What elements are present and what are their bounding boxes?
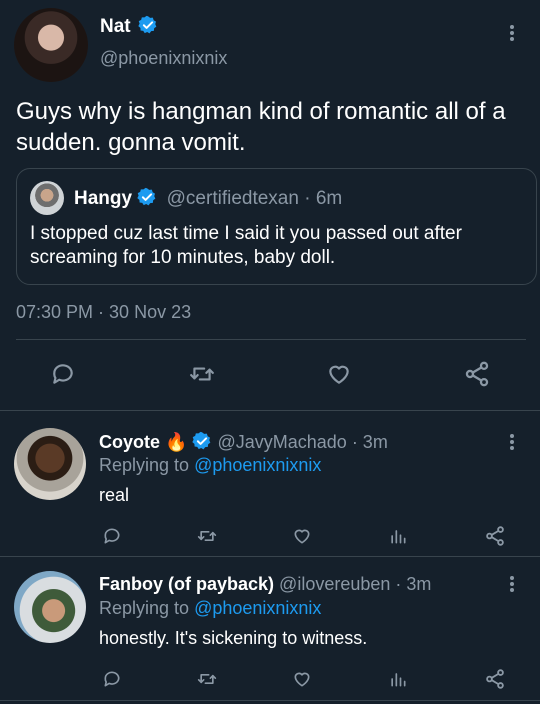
reply-button[interactable] xyxy=(100,524,124,548)
divider xyxy=(0,700,540,701)
reply-1-header: Coyote 🔥 @JavyMachado · 3m xyxy=(99,432,388,453)
reply-2-display-name[interactable]: Fanboy (of payback) xyxy=(99,574,274,594)
reply-1-replying-to: Replying to @phoenixnixnix xyxy=(99,455,321,476)
more-options-icon[interactable] xyxy=(509,23,515,43)
reply-icon xyxy=(104,671,120,687)
divider xyxy=(16,339,526,340)
fire-emoji-icon: 🔥 xyxy=(165,432,188,452)
main-tweet-text: Guys why is hangman kind of romantic all… xyxy=(16,96,536,158)
replying-to-handle[interactable]: @phoenixnixnix xyxy=(194,455,321,475)
retweet-button[interactable] xyxy=(185,358,219,390)
verified-badge-icon xyxy=(137,187,156,206)
avatar-nat[interactable] xyxy=(14,8,88,82)
main-tweet-text-line-2: sudden. gonna vomit. xyxy=(16,129,246,156)
share-icon xyxy=(465,361,489,387)
avatar-hangy xyxy=(30,181,64,215)
like-icon xyxy=(294,529,310,544)
retweet-icon xyxy=(197,674,217,684)
quoted-display-name: Hangy xyxy=(74,188,133,209)
verified-badge-icon xyxy=(192,432,211,450)
reply-2-replying-to: Replying to @phoenixnixnix xyxy=(99,598,321,619)
analytics-icon xyxy=(391,530,406,544)
tweet-timestamp[interactable]: 07:30 PM · 30 Nov 23 xyxy=(16,302,191,323)
share-button[interactable] xyxy=(482,524,508,548)
like-button[interactable] xyxy=(289,524,315,548)
reply-button[interactable] xyxy=(100,667,124,691)
author-display-name[interactable]: Nat xyxy=(100,16,131,37)
divider xyxy=(0,410,540,411)
like-icon xyxy=(329,365,349,384)
like-button[interactable] xyxy=(322,358,356,390)
more-options-icon[interactable] xyxy=(509,574,515,594)
replying-to-handle[interactable]: @phoenixnixnix xyxy=(194,598,321,618)
reply-2-handle-time: @ilovereuben · 3m xyxy=(279,574,432,594)
share-button[interactable] xyxy=(482,667,508,691)
retweet-icon xyxy=(197,531,217,541)
reply-icon xyxy=(104,528,120,544)
replying-to-label: Replying to xyxy=(99,455,190,475)
reply-button[interactable] xyxy=(46,358,80,390)
verified-badge-icon xyxy=(138,15,157,34)
avatar-coyote[interactable] xyxy=(14,428,86,500)
share-icon xyxy=(486,669,504,689)
quoted-tweet-text: I stopped cuz last time I said it you pa… xyxy=(30,222,462,270)
reply-1-display-name[interactable]: Coyote xyxy=(99,432,160,452)
reply-2-text: honestly. It's sickening to witness. xyxy=(99,628,368,648)
like-button[interactable] xyxy=(289,667,315,691)
author-handle[interactable]: @phoenixnixnix xyxy=(100,48,227,69)
quoted-tweet-text-line-1: I stopped cuz last time I said it you pa… xyxy=(30,223,462,244)
retweet-button[interactable] xyxy=(194,524,220,548)
reply-1-text: real xyxy=(99,485,130,505)
quoted-tweet-text-line-2: screaming for 10 minutes, baby doll. xyxy=(30,247,336,268)
quoted-tweet-header: Hangy @certifiedtexan · 6m xyxy=(74,187,343,210)
reply-icon xyxy=(53,364,73,384)
analytics-button[interactable] xyxy=(386,667,410,691)
main-tweet-author[interactable]: Nat xyxy=(100,15,158,38)
quoted-handle-time: @certifiedtexan · 6m xyxy=(166,188,343,209)
main-tweet-text-line-1: Guys why is hangman kind of romantic all… xyxy=(16,98,506,125)
analytics-button[interactable] xyxy=(386,524,410,548)
reply-1-handle-time: @JavyMachado · 3m xyxy=(217,432,388,452)
share-icon xyxy=(486,526,504,546)
avatar-fanboy[interactable] xyxy=(14,571,86,643)
like-icon xyxy=(294,672,310,687)
analytics-icon xyxy=(391,673,406,687)
replying-to-label: Replying to xyxy=(99,598,190,618)
reply-2-header: Fanboy (of payback) @ilovereuben · 3m xyxy=(99,574,431,595)
divider xyxy=(0,556,540,557)
share-button[interactable] xyxy=(460,358,494,390)
more-options-icon[interactable] xyxy=(509,432,515,452)
retweet-icon xyxy=(190,367,214,381)
retweet-button[interactable] xyxy=(194,667,220,691)
